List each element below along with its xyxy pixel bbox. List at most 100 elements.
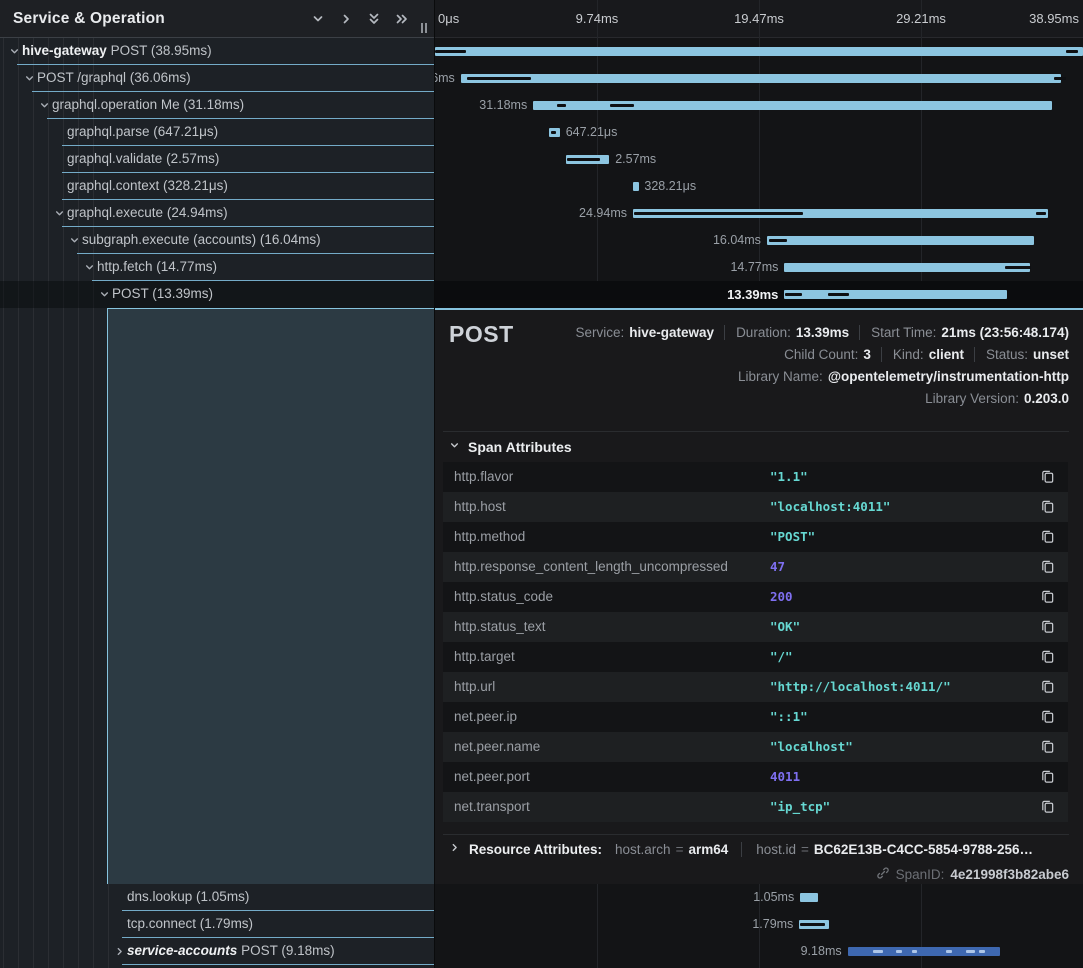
chevron-down-icon[interactable] [68,234,81,247]
chevron-right-icon[interactable] [113,945,126,958]
span-label: subgraph.execute (accounts) (16.04ms) [82,232,321,247]
span-bar[interactable] [799,920,829,929]
span-id-value: 4e21998f3b82abe6 [950,867,1069,882]
span-bar[interactable] [533,101,1052,110]
attribute-row: http.status_code200 [443,582,1068,612]
span-bar-row: 38.95ms [435,38,1083,65]
span-row[interactable]: tcp.connect (1.79ms) [0,911,434,938]
span-meta-line: Child Count:3Kind:clientStatus:unset [784,347,1069,362]
span-bar[interactable] [461,74,1061,83]
copy-icon[interactable] [1039,619,1055,635]
copy-icon[interactable] [1039,589,1055,605]
attribute-value: "OK" [770,619,800,634]
copy-icon[interactable] [1039,769,1055,785]
chevron-down-icon[interactable] [53,207,66,220]
child-span-tick [551,131,557,134]
span-meta-line: Service:hive-gatewayDuration:13.39msStar… [575,325,1069,340]
service-name: service-accounts [127,943,237,958]
span-row[interactable]: graphql.parse (647.21μs) [0,119,434,146]
timeline-tick-label: 29.21ms [896,11,946,26]
copy-icon[interactable] [1039,559,1055,575]
span-row[interactable]: hive-gateway POST (38.95ms) [0,38,434,65]
span-row[interactable]: graphql.validate (2.57ms) [0,146,434,173]
child-span-tick [800,923,825,926]
copy-icon[interactable] [1039,709,1055,725]
copy-icon[interactable] [1039,679,1055,695]
service-name: hive-gateway [22,43,107,58]
attribute-key: http.host [454,499,506,514]
chevron-down-icon[interactable] [98,288,111,301]
meta-value: hive-gateway [629,325,714,340]
attribute-key: http.url [454,679,495,694]
span-meta-item: Status:unset [974,347,1069,362]
meta-label: Status: [986,347,1028,362]
span-bar[interactable] [767,236,1034,245]
attribute-value: "localhost" [770,739,853,754]
span-duration-label: 1.79ms [752,917,793,931]
span-meta-line: Library Name:@opentelemetry/instrumentat… [738,369,1069,384]
child-span-tick [979,950,985,953]
panel-title: Service & Operation [13,0,165,37]
chevron-down-icon[interactable] [8,45,21,58]
meta-label: Kind: [893,347,924,362]
attribute-row: net.transport"ip_tcp" [443,792,1068,822]
span-row[interactable]: graphql.operation Me (31.18ms) [0,92,434,119]
copy-icon[interactable] [1039,529,1055,545]
attribute-value: 47 [770,559,785,574]
span-bar-row: 2.57ms [435,146,1083,173]
span-row[interactable]: http.fetch (14.77ms) [0,254,434,281]
span-attributes-title: Span Attributes [468,439,572,455]
span-bar[interactable] [633,182,639,191]
span-row[interactable]: graphql.execute (24.94ms) [0,200,434,227]
attribute-value: "ip_tcp" [770,799,830,814]
resource-attributes-row[interactable]: Resource Attributes: host.arch=arm64host… [448,841,1033,857]
span-bar[interactable] [566,155,609,164]
chevron-right-icon[interactable] [338,11,354,27]
copy-icon[interactable] [1039,799,1055,815]
span-row[interactable]: subgraph.execute (accounts) (16.04ms) [0,227,434,254]
chevrons-right-icon[interactable] [394,11,410,27]
span-attributes-header[interactable]: Span Attributes [448,439,572,455]
timeline-tick-label: 0μs [438,11,459,26]
span-label: service-accounts POST (9.18ms) [127,943,335,958]
span-duration-label: 9.18ms [801,944,842,958]
chevron-down-icon[interactable] [310,11,326,27]
resource-key: host.id [756,842,796,857]
chevron-down-icon[interactable] [83,261,96,274]
column-resizer[interactable] [421,23,427,33]
span-row[interactable]: POST (13.39ms) [0,281,434,308]
span-meta-item: Child Count:3 [784,347,871,362]
chevrons-down-icon[interactable] [366,11,382,27]
span-label: dns.lookup (1.05ms) [127,889,249,904]
attribute-key: net.peer.port [454,769,530,784]
tree-controls [310,11,410,27]
span-row[interactable]: service-accounts POST (9.18ms) [0,938,434,965]
attribute-row: http.host"localhost:4011" [443,492,1068,522]
span-bar[interactable] [435,47,1083,56]
span-row[interactable]: dns.lookup (1.05ms) [0,884,434,911]
child-span-tick [435,50,466,53]
span-bar[interactable] [784,263,1030,272]
span-label: hive-gateway POST (38.95ms) [22,43,212,58]
copy-icon[interactable] [1039,649,1055,665]
copy-icon[interactable] [1039,499,1055,515]
copy-icon[interactable] [1039,739,1055,755]
resource-value: arm64 [688,842,728,857]
resource-attribute-item: host.id=BC62E13B-C4CC-5854-9788-256… [741,842,1033,857]
span-label: graphql.context (328.21μs) [67,178,228,193]
span-bar-row: 14.77ms [435,254,1083,281]
chevron-down-icon[interactable] [38,99,51,112]
copy-icon[interactable] [1039,469,1055,485]
span-row[interactable]: graphql.context (328.21μs) [0,173,434,200]
span-bar[interactable] [633,209,1048,218]
span-bar[interactable] [848,947,1001,956]
span-bar[interactable] [549,128,560,137]
span-title: POST [449,321,514,348]
operation-name: graphql.operation Me (31.18ms) [52,97,244,112]
link-icon[interactable] [876,866,890,883]
span-row[interactable]: POST /graphql (36.06ms) [0,65,434,92]
attribute-key: http.status_code [454,589,553,604]
span-bar[interactable] [800,893,818,902]
span-bar[interactable] [784,290,1007,299]
chevron-down-icon[interactable] [23,72,36,85]
